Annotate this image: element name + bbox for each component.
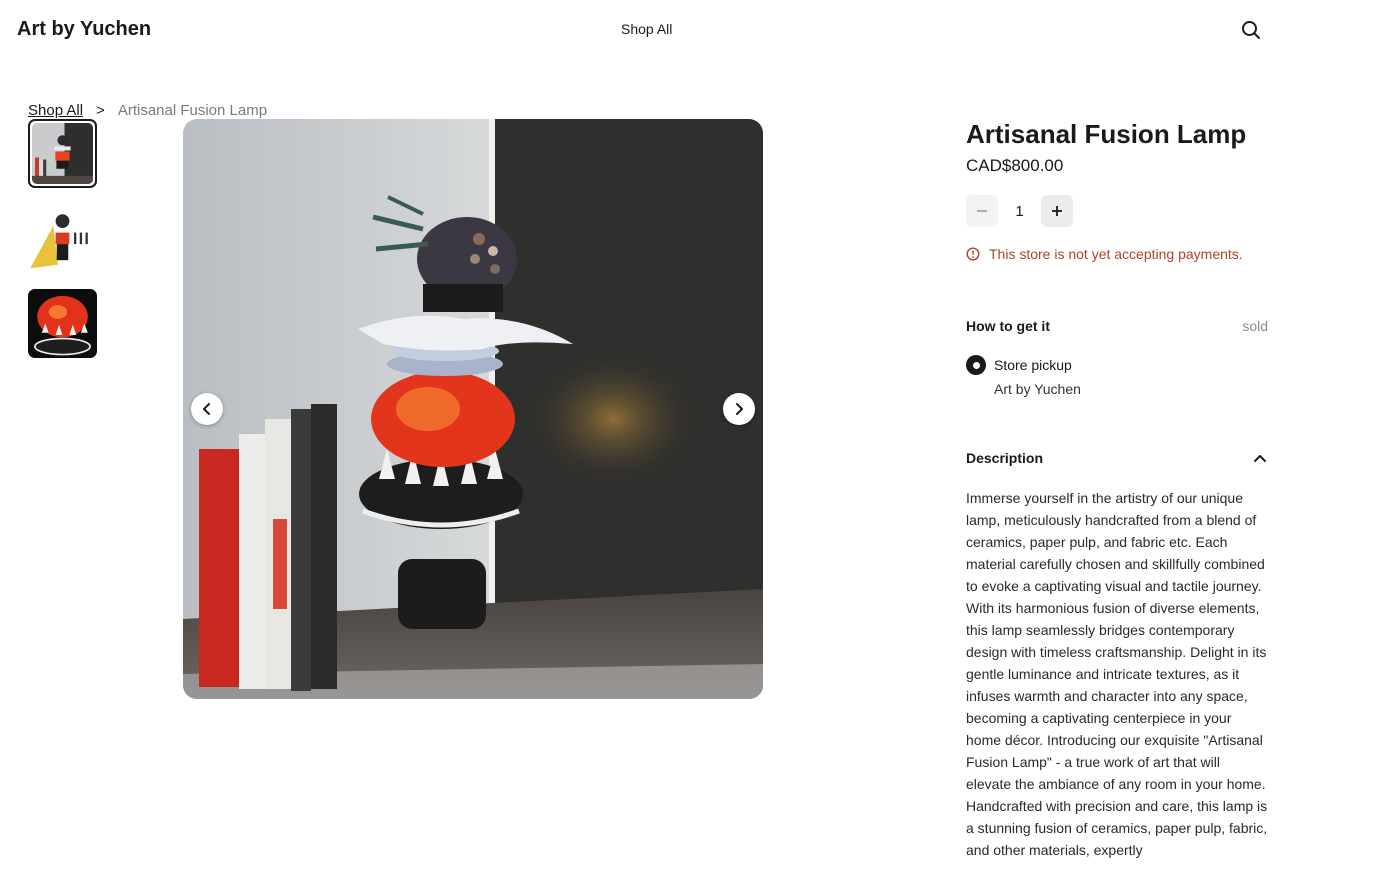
brand-logo[interactable]: Art by Yuchen	[17, 18, 151, 41]
breadcrumb-current: Artisanal Fusion Lamp	[117, 102, 268, 119]
pickup-location: Art by Yuchen	[994, 381, 1081, 397]
quantity-stepper: 1	[966, 195, 1073, 227]
plus-icon	[1052, 206, 1062, 216]
pickup-method: Store pickup	[994, 357, 1072, 373]
nav-shop-all[interactable]: Shop All	[621, 21, 672, 37]
chevron-right-icon	[736, 403, 743, 415]
thumbnail-image	[28, 205, 97, 274]
product-price: CAD$800.00	[966, 156, 1064, 175]
stock-status: sold	[1242, 318, 1268, 334]
quantity-increase-button[interactable]	[1041, 195, 1073, 227]
search-icon	[1242, 21, 1260, 39]
pickup-radio[interactable]	[966, 355, 986, 375]
minus-icon	[977, 210, 987, 212]
fulfillment-header: How to get it sold	[966, 318, 1268, 334]
image-prev-button[interactable]	[191, 393, 223, 425]
thumbnail-image	[28, 289, 97, 358]
chevron-left-icon	[203, 403, 210, 415]
how-to-get-label: How to get it	[966, 318, 1050, 334]
breadcrumb-separator: >	[96, 102, 105, 119]
alert-circle-icon	[966, 247, 980, 261]
breadcrumb-shop-all[interactable]: Shop All	[28, 102, 83, 119]
thumbnail-3[interactable]	[28, 289, 97, 358]
image-next-button[interactable]	[723, 393, 755, 425]
thumbnail-1[interactable]	[28, 119, 97, 188]
payment-notice: This store is not yet accepting payments…	[966, 246, 1243, 262]
breadcrumb: Shop All > Artisanal Fusion Lamp	[28, 102, 267, 119]
lamp-photo	[183, 119, 763, 699]
thumbnail-2[interactable]	[28, 205, 97, 274]
quantity-value[interactable]: 1	[998, 203, 1041, 220]
product-description: Immerse yourself in the artistry of our …	[966, 490, 1268, 858]
description-toggle[interactable]: Description	[966, 450, 1268, 466]
quantity-decrease-button[interactable]	[966, 195, 998, 227]
product-title: Artisanal Fusion Lamp	[966, 119, 1247, 149]
chevron-up-icon	[1254, 455, 1266, 462]
payment-notice-text: This store is not yet accepting payments…	[989, 246, 1243, 262]
description-label: Description	[966, 450, 1044, 466]
thumbnail-image	[32, 123, 93, 184]
product-main-image	[183, 119, 763, 699]
store-pickup-option[interactable]: Store pickup Art by Yuchen	[966, 355, 1081, 401]
search-button[interactable]	[1240, 19, 1262, 41]
